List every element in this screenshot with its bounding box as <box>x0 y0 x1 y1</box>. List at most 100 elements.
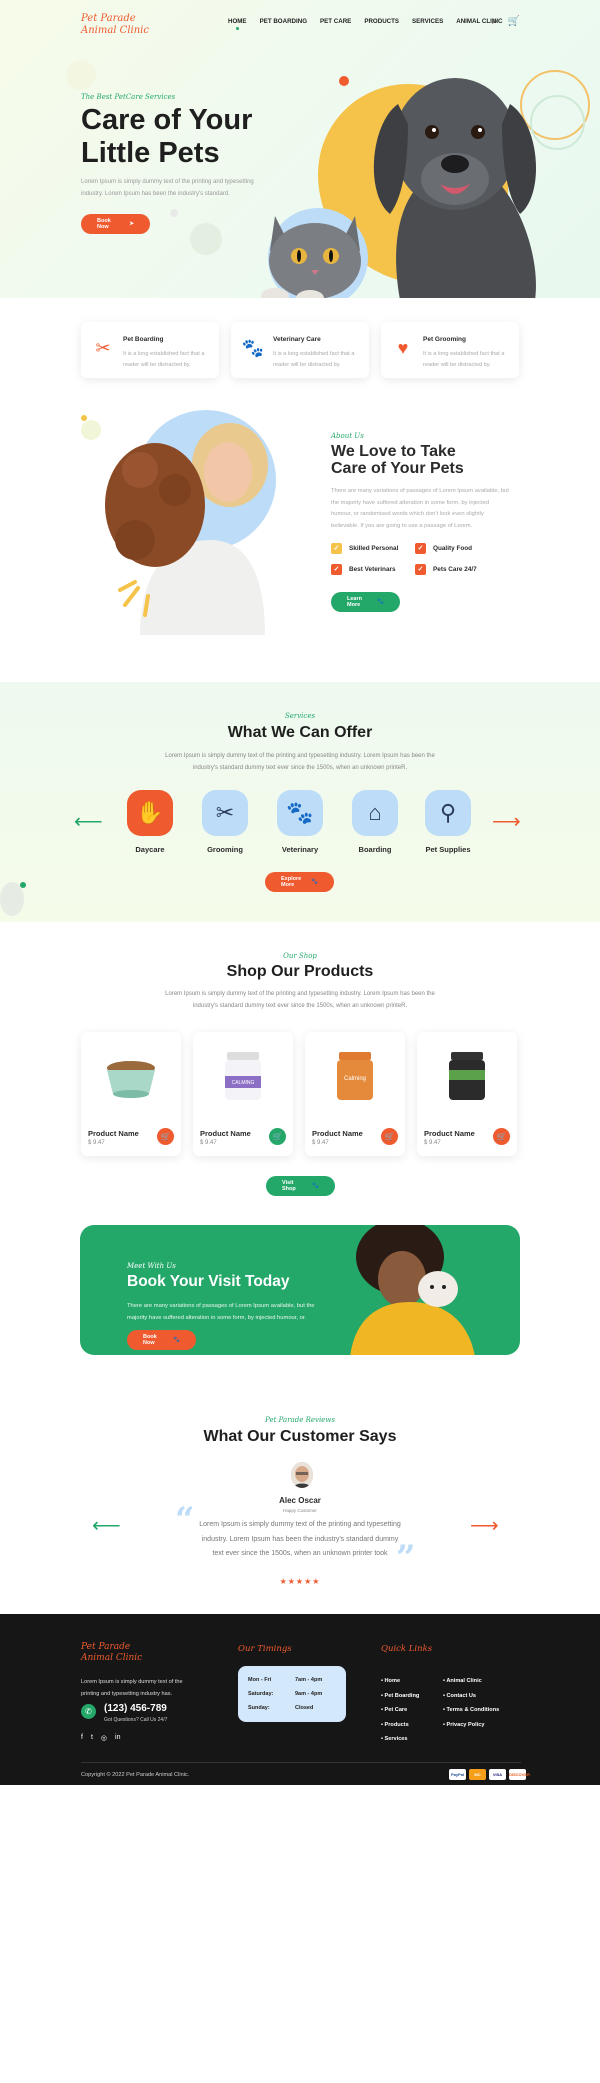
social-links: f t ◎ in <box>81 1734 120 1742</box>
explore-more-button[interactable]: Explore More 🐾 <box>265 872 334 892</box>
service-cards: ✂ Pet Boarding It is a long established … <box>0 322 600 382</box>
check-icon: ✓ <box>415 543 426 554</box>
footer-link-home[interactable]: Home <box>381 1674 419 1689</box>
check-icon: ✓ <box>331 543 342 554</box>
quick-links-col-2: Animal Clinic Contact Us Terms & Conditi… <box>443 1674 499 1732</box>
woman-with-dog-image <box>105 423 268 635</box>
product-card[interactable]: CALMING Product Name $ 9.47 🛒 <box>193 1032 293 1156</box>
main-nav: HOME PET BOARDING PET CARE PRODUCTS SERV… <box>228 18 503 30</box>
product-card[interactable]: Calming Product Name $ 9.47 🛒 <box>305 1032 405 1156</box>
reviews-title: What Our Customer Says <box>203 1428 397 1445</box>
footer-link-products[interactable]: Products <box>381 1718 419 1733</box>
reviewer-role: Happy Customer <box>283 1508 317 1513</box>
check-icon: ✓ <box>331 564 342 575</box>
nav-services[interactable]: SERVICES <box>412 18 443 25</box>
footer-description: Lorem Ipsum is simply dummy text of the … <box>81 1679 183 1697</box>
visit-title: Book Your Visit Today <box>127 1273 290 1290</box>
hands-heart-icon: ♥ <box>397 338 409 358</box>
daycare-icon: ✋ <box>127 790 173 836</box>
paw-icon: 🐾 <box>312 1183 319 1189</box>
footer: Pet Parade Animal Clinic Lorem Ipsum is … <box>0 1614 600 1785</box>
mastercard-icon: MC <box>469 1769 486 1780</box>
offer-item-grooming[interactable]: ✂ Grooming <box>195 790 255 854</box>
service-card-veterinary-care[interactable]: 🐾 Veterinary Care It is a long establish… <box>231 322 369 378</box>
decor-dot <box>339 76 349 86</box>
food-bowl-image <box>107 1061 155 1098</box>
linkedin-icon[interactable]: in <box>115 1734 120 1742</box>
service-card-pet-grooming[interactable]: ♥ Pet Grooming It is a long established … <box>381 322 519 378</box>
supplement-jar-image <box>449 1052 485 1100</box>
footer-link-privacy[interactable]: Privacy Policy <box>443 1718 499 1733</box>
footer-link-pet-boarding[interactable]: Pet Boarding <box>381 1689 420 1704</box>
nav-pet-care[interactable]: PET CARE <box>320 18 351 25</box>
timings-title: Our Timings <box>238 1644 292 1654</box>
offer-item-veterinary[interactable]: 🐾 Veterinary <box>270 790 330 854</box>
footer-link-services[interactable]: Services <box>381 1732 419 1747</box>
nav-pet-boarding[interactable]: PET BOARDING <box>260 18 307 25</box>
footer-link-terms[interactable]: Terms & Conditions <box>443 1703 500 1718</box>
footer-phone[interactable]: (123) 456-789 <box>104 1703 167 1714</box>
decor-dot <box>20 882 26 888</box>
book-now-button[interactable]: Book Now ➤ <box>81 214 150 234</box>
visit-shop-button[interactable]: Visit Shop 🐾 <box>266 1176 335 1196</box>
nav-home[interactable]: HOME <box>228 18 247 30</box>
discover-icon: DISCOVER <box>509 1769 530 1780</box>
cat-image <box>261 216 361 298</box>
cart-icon[interactable]: 🛒 <box>381 1128 398 1145</box>
next-arrow-icon[interactable]: ⟶ <box>492 812 521 832</box>
check-item: ✓ Pets Care 24/7 <box>415 564 477 575</box>
footer-link-contact-us[interactable]: Contact Us <box>443 1689 499 1704</box>
hero-text: Lorem Ipsum is simply dummy text of the … <box>81 179 254 197</box>
cart-icon[interactable]: 🛒 <box>269 1128 286 1145</box>
review-quote: Lorem Ipsum is simply dummy text of the … <box>199 1521 401 1557</box>
offer-item-boarding[interactable]: ⌂ Boarding <box>345 790 405 854</box>
footer-divider <box>81 1762 521 1763</box>
reviewer-name: Alec Oscar <box>279 1496 321 1505</box>
twitter-icon[interactable]: t <box>91 1734 93 1742</box>
hero-subtitle: The Best PetCare Services <box>81 93 176 101</box>
comb-scissors-icon: ✂ <box>95 338 111 358</box>
offer-item-pet-supplies[interactable]: ⚲ Pet Supplies <box>418 790 478 854</box>
leash-icon: ⚲ <box>425 790 471 836</box>
book-visit-banner: Meet With Us Book Your Visit Today There… <box>80 1225 520 1355</box>
cart-icon[interactable]: 🛒 <box>493 1128 510 1145</box>
about-subtitle: About Us <box>331 432 364 440</box>
product-card[interactable]: Product Name $ 9.47 🛒 <box>81 1032 181 1156</box>
payment-methods: PayPal MC VISA DISCOVER <box>449 1769 530 1780</box>
check-item: ✓ Quality Food <box>415 543 472 554</box>
quick-links-col-1: Home Pet Boarding Pet Care Products Serv… <box>381 1674 420 1747</box>
cart-icon[interactable]: 🛒 <box>157 1128 174 1145</box>
service-card-pet-boarding[interactable]: ✂ Pet Boarding It is a long established … <box>81 322 219 378</box>
reviews-subtitle: Pet Parade Reviews <box>265 1416 335 1424</box>
product-card[interactable]: Product Name $ 9.47 🛒 <box>417 1032 517 1156</box>
facebook-icon[interactable]: f <box>81 1734 83 1742</box>
nav-products[interactable]: PRODUCTS <box>364 18 399 25</box>
brand-logo[interactable]: Pet Parade Animal Clinic <box>81 13 149 37</box>
check-icon: ✓ <box>415 564 426 575</box>
learn-more-button[interactable]: Learn More 🐾 <box>331 592 400 612</box>
send-icon: ➤ <box>129 221 134 227</box>
shop-title: Shop Our Products <box>226 963 374 980</box>
avatar <box>291 1462 313 1488</box>
check-item: ✓ Best Veterinars <box>331 564 396 575</box>
offer-subtitle: Services <box>284 712 316 720</box>
shop-text: Lorem Ipsum is simply dummy text of the … <box>165 991 435 1009</box>
footer-link-pet-care[interactable]: Pet Care <box>381 1703 419 1718</box>
visit-text: There are many variations of passages of… <box>127 1303 315 1321</box>
footer-link-animal-clinic[interactable]: Animal Clinic <box>443 1674 499 1689</box>
search-icon[interactable]: ⌕ <box>492 17 498 27</box>
instagram-icon[interactable]: ◎ <box>101 1734 107 1742</box>
footer-logo[interactable]: Pet Parade Animal Clinic <box>81 1642 142 1664</box>
grooming-icon: ✂ <box>202 790 248 836</box>
book-now-button[interactable]: Book Now 🐾 <box>127 1330 196 1350</box>
header-icons: ⌕ 🛒 <box>492 17 520 27</box>
prev-arrow-icon[interactable]: ⟵ <box>92 1516 121 1536</box>
paw-icon: 🐾 <box>173 1337 180 1343</box>
prev-arrow-icon[interactable]: ⟵ <box>74 812 103 832</box>
footer-phone-note: Got Questions? Call Us 24/7 <box>104 1717 168 1723</box>
about-title: We Love to Take Care of Your Pets <box>331 443 464 477</box>
cart-icon[interactable]: 🛒 <box>508 17 520 27</box>
next-arrow-icon[interactable]: ⟶ <box>470 1516 499 1536</box>
offer-item-daycare[interactable]: ✋ Daycare <box>120 790 180 854</box>
paw-icon: 🐾 <box>241 338 265 358</box>
